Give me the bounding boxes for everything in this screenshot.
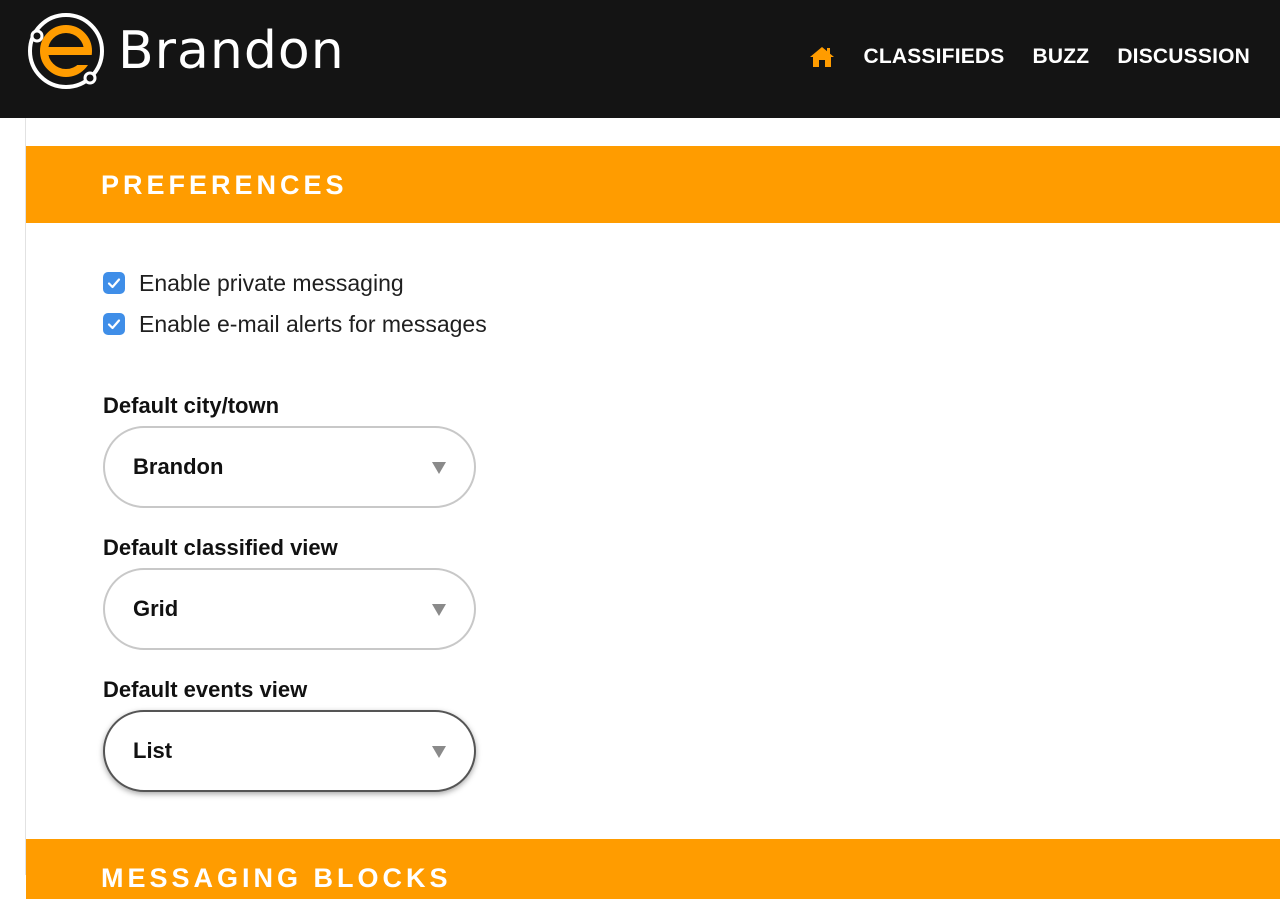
- home-icon[interactable]: [809, 44, 835, 70]
- email-alerts-checkbox[interactable]: [103, 313, 125, 335]
- caret-down-icon: [432, 604, 446, 616]
- classified-view-value: Grid: [133, 596, 179, 621]
- main-nav: CLASSIFIEDS BUZZ DISCUSSION: [809, 40, 1250, 74]
- email-alerts-label: Enable e-mail alerts for messages: [139, 310, 487, 337]
- checkmark-icon: [107, 278, 121, 289]
- events-view-select[interactable]: List: [103, 710, 476, 792]
- events-view-value: List: [133, 738, 173, 763]
- page-content: PREFERENCES Enable private messaging Ena…: [25, 118, 1280, 899]
- events-view-label: Default events view: [103, 677, 308, 702]
- preferences-header: PREFERENCES: [26, 146, 1280, 223]
- messaging-blocks-header: MESSAGING BLOCKS: [26, 839, 1280, 899]
- preferences-title: PREFERENCES: [101, 170, 348, 200]
- site-logo[interactable]: Brandon: [24, 10, 345, 92]
- nav-classifieds[interactable]: CLASSIFIEDS: [863, 45, 1004, 69]
- email-alerts-option[interactable]: Enable e-mail alerts for messages: [103, 309, 487, 339]
- messaging-blocks-title: MESSAGING BLOCKS: [101, 863, 452, 893]
- private-messaging-label: Enable private messaging: [139, 269, 404, 296]
- city-label: Default city/town: [103, 393, 280, 418]
- site-header: Brandon CLASSIFIEDS BUZZ DISCUSSION: [0, 0, 1280, 118]
- logo-text: Brandon: [118, 21, 345, 81]
- nav-discussion[interactable]: DISCUSSION: [1117, 45, 1250, 69]
- private-messaging-checkbox[interactable]: [103, 272, 125, 294]
- checkmark-icon: [107, 319, 121, 330]
- caret-down-icon: [432, 746, 446, 758]
- nav-buzz[interactable]: BUZZ: [1033, 45, 1090, 69]
- city-select[interactable]: Brandon: [103, 426, 476, 508]
- e-logo-icon: [28, 13, 104, 89]
- caret-down-icon: [432, 462, 446, 474]
- classified-view-label: Default classified view: [103, 535, 338, 560]
- city-select-value: Brandon: [133, 454, 224, 479]
- classified-view-select[interactable]: Grid: [103, 568, 476, 650]
- private-messaging-option[interactable]: Enable private messaging: [103, 268, 404, 298]
